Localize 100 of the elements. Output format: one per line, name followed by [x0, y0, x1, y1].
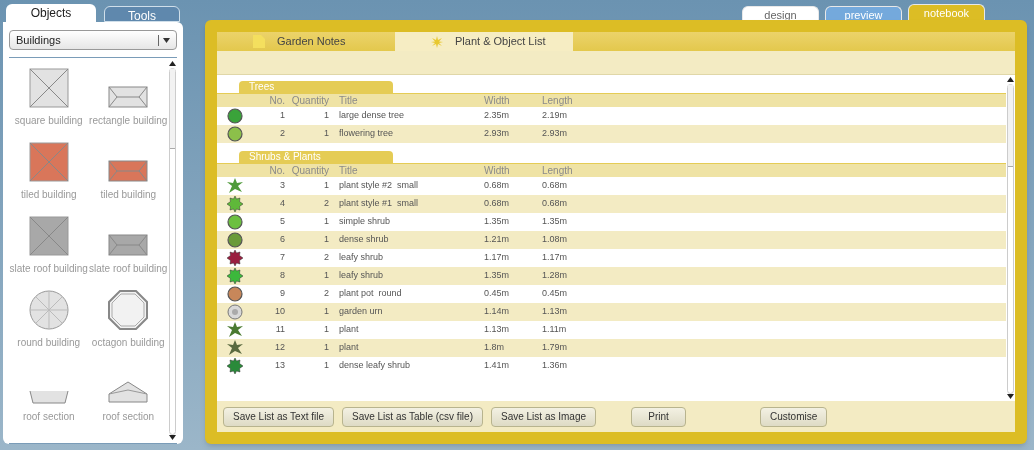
column-header: Title	[338, 164, 359, 178]
width-cell-text: 1.35m	[484, 215, 510, 229]
number-cell-text: 4	[279, 197, 285, 211]
width-cell-text: 0.68m	[484, 179, 510, 193]
scrollbar[interactable]	[168, 61, 177, 440]
object-label[interactable]: slate roof building	[89, 261, 168, 276]
category-dropdown[interactable]: Buildings	[9, 30, 177, 50]
quantity-cell-text: 1	[323, 305, 329, 319]
quantity-cell-text: 1	[323, 179, 329, 193]
column-header: Length	[542, 94, 574, 108]
width-cell-text: 2.93m	[484, 127, 510, 141]
width-cell-text: 1.21m	[484, 233, 510, 247]
length-cell-text: 2.93m	[542, 127, 568, 141]
length-cell-text: 1.17m	[542, 251, 568, 265]
section-heading: Shrubs & Plants	[239, 151, 393, 163]
object-label[interactable]: roof section	[22, 409, 75, 424]
length-cell-text: 1.08m	[542, 233, 568, 247]
object-label[interactable]: round building	[17, 335, 81, 350]
number-cell-text: 3	[279, 179, 285, 193]
title-cell-text: large dense tree	[338, 109, 406, 123]
quantity-cell-text: 2	[323, 287, 329, 301]
view-tab[interactable]: design	[742, 6, 819, 20]
column-header: Title	[338, 94, 359, 108]
quantity-cell-text: 1	[323, 269, 329, 283]
quantity-cell-text: 1	[323, 341, 329, 355]
action-button[interactable]: Customise	[760, 406, 828, 427]
action-button[interactable]: Save List as Image	[490, 406, 596, 427]
action-button[interactable]: Print	[631, 406, 686, 427]
panel-tab[interactable]: Tools	[104, 6, 180, 22]
number-cell-text: 8	[279, 269, 285, 283]
length-cell-text: 1.28m	[542, 269, 568, 283]
length-cell-text: 1.36m	[542, 359, 568, 373]
object-label[interactable]: octagon building	[91, 335, 165, 350]
quantity-cell-text: 1	[323, 359, 329, 373]
view-tab[interactable]: preview	[825, 6, 902, 20]
action-button[interactable]: Save List as Table (csv file)	[342, 406, 483, 427]
length-cell-text: 2.19m	[542, 109, 568, 123]
quantity-cell-text: 1	[323, 323, 329, 337]
title-cell-text: dense shrub	[338, 233, 390, 247]
quantity-cell-text: 1	[323, 215, 329, 229]
title-cell-text: leafy shrub	[338, 269, 385, 283]
width-cell-text: 0.45m	[484, 287, 510, 301]
number-cell-text: 7	[279, 251, 285, 265]
scroll-up-icon	[169, 61, 176, 66]
view-tab[interactable]: notebook	[908, 4, 985, 20]
page-icon	[253, 35, 265, 48]
length-cell-text: 1.35m	[542, 215, 568, 229]
section-heading: Trees	[239, 81, 393, 93]
number-cell-text: 12	[274, 341, 285, 355]
width-cell-text: 2.35m	[484, 109, 510, 123]
column-header: No.	[268, 94, 285, 108]
scroll-up-icon	[1007, 77, 1014, 82]
object-label[interactable]: tiled building	[20, 187, 77, 202]
column-header: Width	[484, 164, 511, 178]
title-cell-text: garden urn	[338, 305, 384, 319]
title-cell-text: dense leafy shrub	[338, 359, 412, 373]
number-cell-text: 11	[274, 323, 285, 337]
length-cell-text: 0.68m	[542, 179, 568, 193]
section-tab[interactable]: Garden Notes	[217, 32, 395, 51]
section-tab[interactable]: Plant & Object List	[395, 32, 573, 51]
width-cell-text: 1.41m	[484, 359, 510, 373]
quantity-cell-text: 1	[323, 233, 329, 247]
length-cell-text: 1.11m	[542, 323, 568, 337]
action-button[interactable]: Save List as Text file	[223, 406, 334, 427]
quantity-cell-text: 2	[323, 197, 329, 211]
width-cell-text: 1.8m	[484, 341, 505, 355]
width-cell-text: 1.14m	[484, 305, 510, 319]
scrollbar[interactable]	[1006, 75, 1015, 401]
title-cell-text: plant	[338, 341, 360, 355]
title-cell-text: leafy shrub	[338, 251, 385, 265]
object-label[interactable]: slate roof building	[9, 261, 88, 276]
number-cell-text: 10	[274, 305, 285, 319]
width-cell-text: 0.68m	[484, 197, 510, 211]
quantity-cell-text: 2	[323, 251, 329, 265]
length-cell-text: 1.79m	[542, 341, 568, 355]
title-cell-text: plant style #2 small	[338, 179, 420, 193]
column-header: Width	[484, 94, 511, 108]
length-cell-text: 0.45m	[542, 287, 568, 301]
object-label[interactable]: square building	[14, 113, 83, 128]
number-cell-text: 5	[279, 215, 285, 229]
title-cell-text: plant style #1 small	[338, 197, 420, 211]
column-header: Quantity	[290, 164, 329, 178]
column-header: Length	[542, 164, 574, 178]
caret-icon	[163, 37, 170, 43]
panel-tab[interactable]: Objects	[6, 4, 96, 22]
number-cell-text: 13	[274, 359, 285, 373]
length-cell-text: 1.13m	[542, 305, 568, 319]
title-cell-text: plant pot round	[338, 287, 403, 301]
column-header: Quantity	[290, 94, 329, 108]
object-label[interactable]: roof section	[102, 409, 155, 424]
number-cell-text: 1	[279, 109, 285, 123]
object-label[interactable]: rectangle building	[89, 113, 168, 128]
title-cell-text: plant	[338, 323, 360, 337]
width-cell-text: 1.13m	[484, 323, 510, 337]
width-cell-text: 1.17m	[484, 251, 510, 265]
quantity-cell-text: 1	[323, 109, 329, 123]
length-cell-text: 0.68m	[542, 197, 568, 211]
width-cell-text: 1.35m	[484, 269, 510, 283]
object-label[interactable]: tiled building	[100, 187, 157, 202]
column-header: No.	[268, 164, 285, 178]
